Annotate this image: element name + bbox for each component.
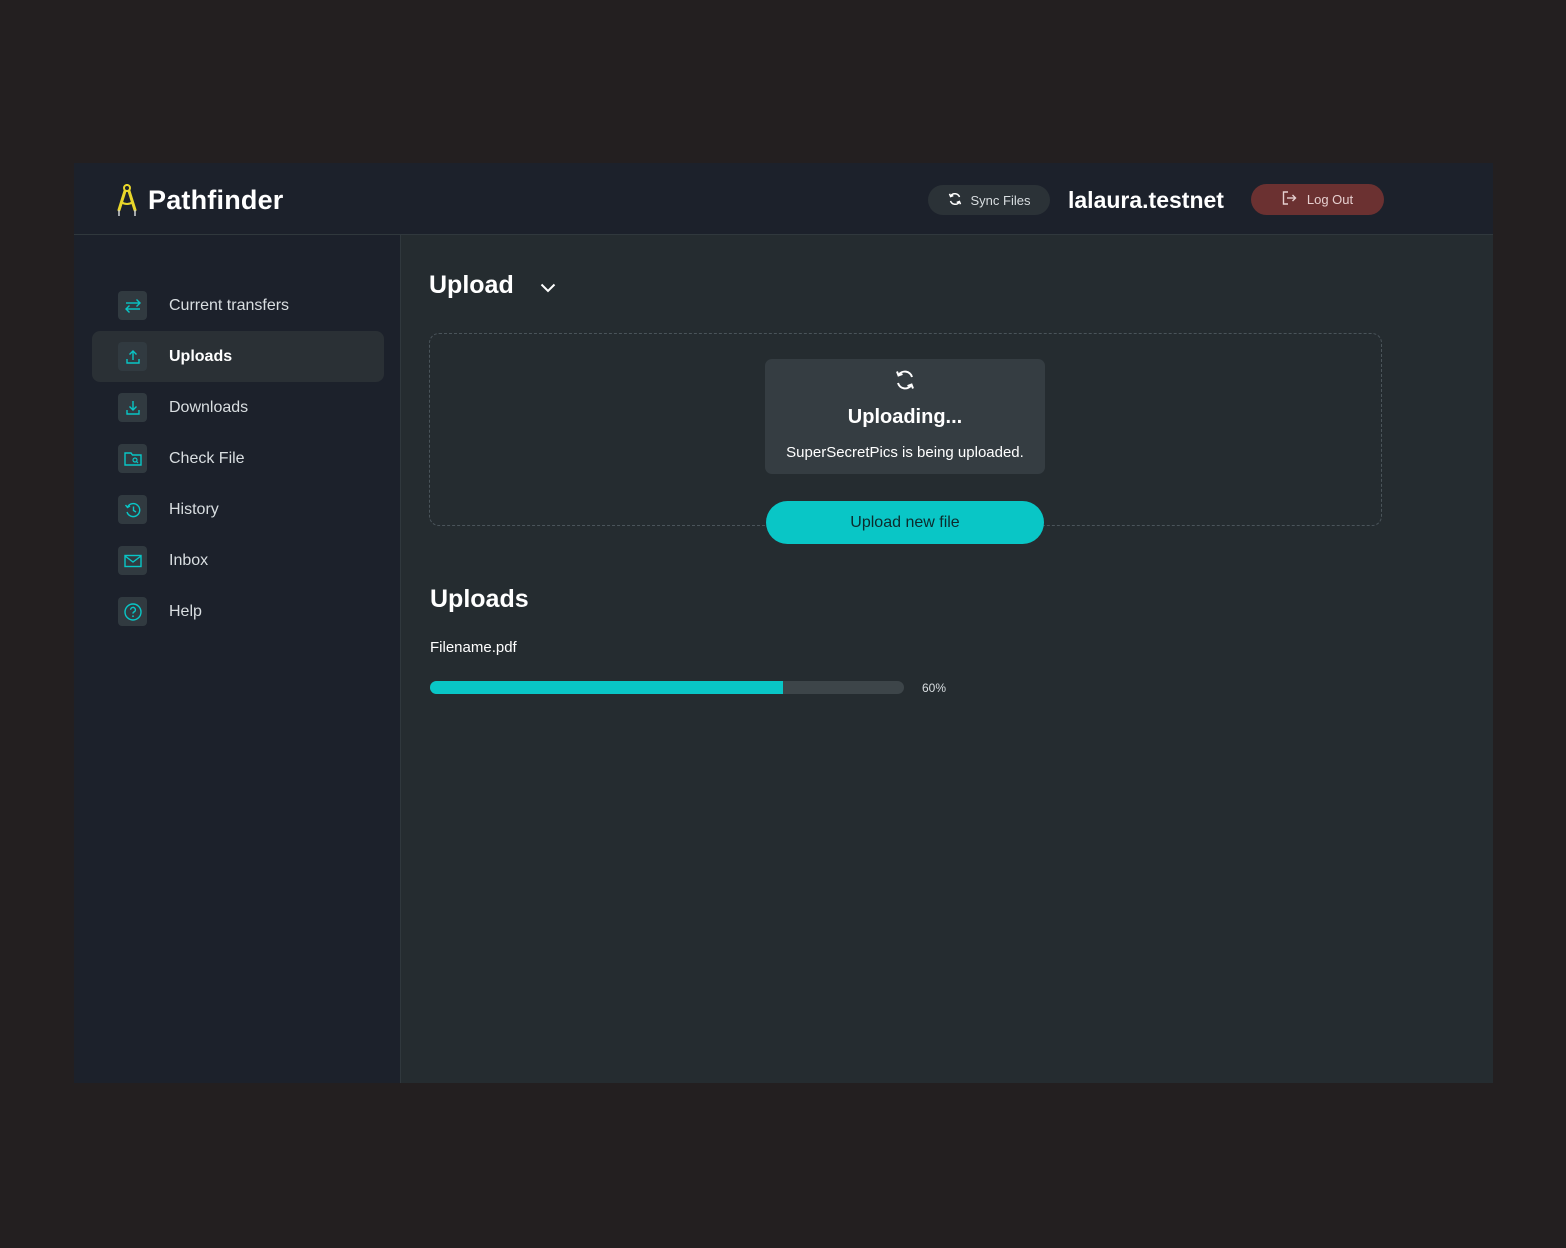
sidebar-item-label: Inbox <box>169 551 209 569</box>
brand-name: Pathfinder <box>148 184 284 215</box>
sidebar-item-inbox[interactable]: Inbox <box>92 535 384 586</box>
app-window: Pathfinder Sync Files lalaura.testnet Lo… <box>74 163 1493 1083</box>
upload-section-title: Upload <box>429 271 514 299</box>
logout-button[interactable]: Log Out <box>1251 184 1384 215</box>
logout-label: Log Out <box>1306 192 1354 207</box>
sidebar-item-uploads[interactable]: Uploads <box>92 331 384 382</box>
sidebar-item-label: History <box>169 500 219 518</box>
sidebar-item-label: Help <box>169 602 202 620</box>
loading-spinner-icon <box>894 369 916 396</box>
sidebar-item-help[interactable]: Help <box>92 586 384 637</box>
folder-search-icon <box>118 444 147 473</box>
sidebar-item-label: Uploads <box>169 347 233 365</box>
sidebar-item-history[interactable]: History <box>92 484 384 535</box>
upload-status-title: Uploading... <box>847 406 963 428</box>
history-icon <box>118 495 147 524</box>
upload-progress-label: 60% <box>922 681 947 695</box>
sync-files-button[interactable]: Sync Files <box>928 185 1050 215</box>
sidebar-item-downloads[interactable]: Downloads <box>92 382 384 433</box>
compass-icon <box>116 183 138 217</box>
upload-progress-bar <box>430 681 904 694</box>
upload-icon <box>118 342 147 371</box>
mail-icon <box>118 546 147 575</box>
sidebar-item-label: Downloads <box>169 398 249 416</box>
transfer-arrows-icon <box>118 291 147 320</box>
sidebar: Current transfers Uploads Downloads Chec… <box>74 235 401 1083</box>
username: lalaura.testnet <box>1068 187 1224 213</box>
sync-files-label: Sync Files <box>970 192 1031 208</box>
sidebar-item-check-file[interactable]: Check File <box>92 433 384 484</box>
sync-icon <box>948 192 971 209</box>
uploads-list-title: Uploads <box>430 585 529 613</box>
main-content: Upload Uploading... SuperSecretPics is b… <box>401 235 1493 1083</box>
sidebar-item-current-transfers[interactable]: Current transfers <box>92 280 384 331</box>
help-icon <box>118 597 147 626</box>
upload-progress-fill <box>430 681 783 694</box>
upload-new-file-button[interactable]: Upload new file <box>766 501 1044 544</box>
top-header: Pathfinder Sync Files lalaura.testnet Lo… <box>74 163 1493 235</box>
upload-section-toggle[interactable]: Upload <box>429 271 556 300</box>
upload-file-name: Filename.pdf <box>430 639 517 656</box>
brand[interactable]: Pathfinder <box>116 183 284 217</box>
chevron-down-icon <box>514 271 556 300</box>
upload-status-message: SuperSecretPics is being uploaded. <box>786 444 1024 461</box>
logout-icon <box>1282 191 1307 208</box>
download-icon <box>118 393 147 422</box>
sidebar-item-label: Current transfers <box>169 296 290 314</box>
sidebar-item-label: Check File <box>169 449 245 467</box>
upload-status-card: Uploading... SuperSecretPics is being up… <box>765 359 1045 474</box>
